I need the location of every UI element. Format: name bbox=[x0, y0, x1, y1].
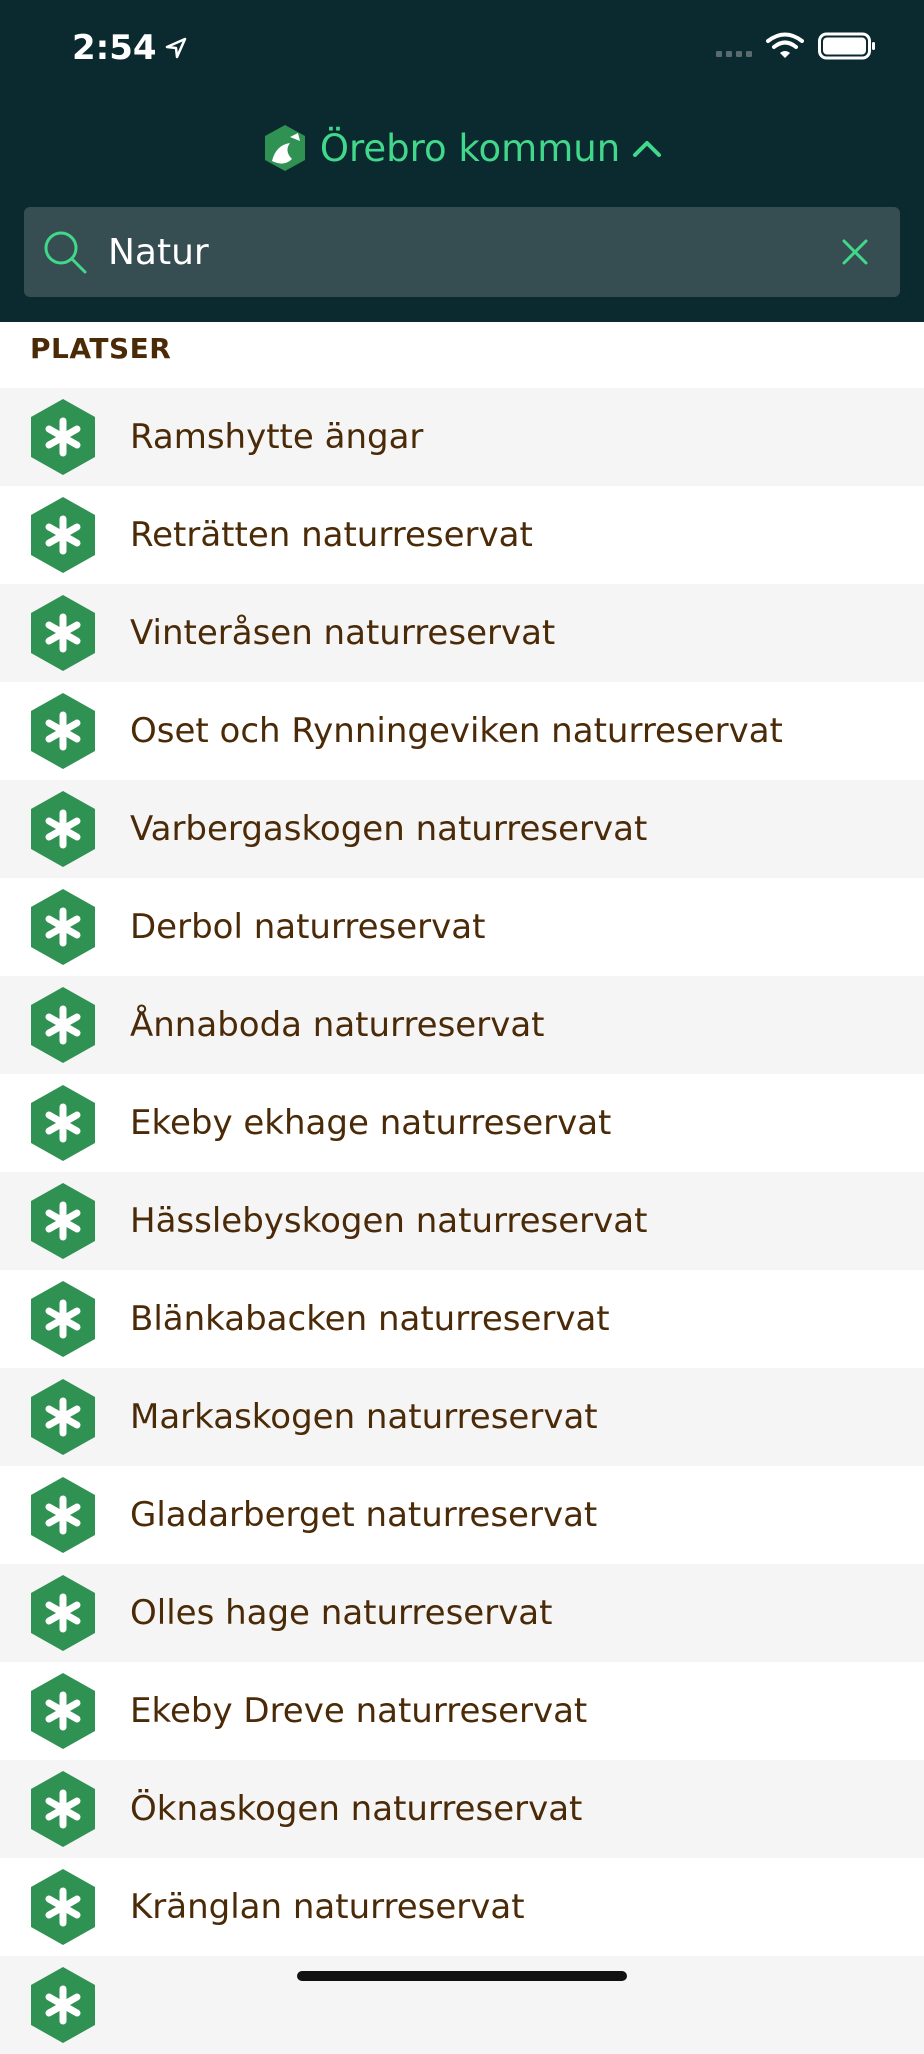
nature-hexagon-icon bbox=[31, 1967, 95, 2043]
list-item-label: Blänkabacken naturreservat bbox=[130, 1299, 610, 1339]
nature-hexagon-icon bbox=[31, 693, 95, 769]
municipality-logo-icon bbox=[264, 125, 305, 171]
nature-hexagon-icon bbox=[31, 595, 95, 671]
list-item[interactable]: Vinteråsen naturreservat bbox=[0, 584, 924, 682]
chevron-up-icon bbox=[633, 141, 662, 157]
list-item-label: Ekeby Dreve naturreservat bbox=[130, 1691, 588, 1731]
list-item[interactable]: Ekeby Dreve naturreservat bbox=[0, 1662, 924, 1760]
list-item-label: Ramshytte ängar bbox=[130, 417, 424, 457]
nature-hexagon-icon bbox=[31, 1477, 95, 1553]
nature-hexagon-icon bbox=[31, 1771, 95, 1847]
list-item[interactable]: Hässlebyskogen naturreservat bbox=[0, 1172, 924, 1270]
list-item-label: Varbergaskogen naturreservat bbox=[130, 809, 648, 849]
list-item[interactable]: Ånnaboda naturreservat bbox=[0, 976, 924, 1074]
list-item[interactable]: Kränglan naturreservat bbox=[0, 1858, 924, 1956]
nature-hexagon-icon bbox=[31, 791, 95, 867]
places-list: Ramshytte ängar Reträtten naturreservat Vi… bbox=[0, 388, 924, 2054]
list-item-label: Reträtten naturreservat bbox=[130, 515, 533, 555]
list-item-label: Vinteråsen naturreservat bbox=[130, 613, 556, 653]
list-item[interactable]: Varbergaskogen naturreservat bbox=[0, 780, 924, 878]
municipality-selector[interactable]: Örebro kommun bbox=[0, 118, 924, 178]
clear-search-button[interactable] bbox=[820, 217, 890, 287]
nature-hexagon-icon bbox=[31, 1869, 95, 1945]
list-item-label: Öknaskogen naturreservat bbox=[130, 1789, 583, 1829]
top-header: 2:54 Örebro kommun bbox=[0, 0, 924, 322]
list-item-label: Derbol naturreservat bbox=[130, 907, 486, 947]
status-time-text: 2:54 bbox=[72, 28, 157, 68]
list-item[interactable]: Blänkabacken naturreservat bbox=[0, 1270, 924, 1368]
nature-hexagon-icon bbox=[31, 399, 95, 475]
search-bar bbox=[24, 207, 900, 297]
search-icon bbox=[42, 229, 102, 275]
status-bar-time: 2:54 bbox=[72, 28, 187, 68]
list-item-label: Olles hage naturreservat bbox=[130, 1593, 553, 1633]
nature-hexagon-icon bbox=[31, 1379, 95, 1455]
nature-hexagon-icon bbox=[31, 1281, 95, 1357]
list-item[interactable]: Reträtten naturreservat bbox=[0, 486, 924, 584]
municipality-name: Örebro kommun bbox=[319, 126, 621, 170]
list-item-label: Oset och Rynningeviken naturreservat bbox=[130, 711, 783, 751]
list-item[interactable]: Öknaskogen naturreservat bbox=[0, 1760, 924, 1858]
battery-icon bbox=[818, 32, 875, 60]
status-bar-indicators bbox=[716, 32, 876, 60]
list-item[interactable]: Ekeby ekhage naturreservat bbox=[0, 1074, 924, 1172]
wifi-icon bbox=[766, 32, 804, 58]
list-item[interactable]: Oset och Rynningeviken naturreservat bbox=[0, 682, 924, 780]
search-input[interactable] bbox=[102, 222, 820, 282]
list-item-label: Kränglan naturreservat bbox=[130, 1887, 525, 1927]
list-item-label: Gladarberget naturreservat bbox=[130, 1495, 598, 1535]
home-indicator bbox=[297, 1971, 627, 1981]
list-item[interactable]: Gladarberget naturreservat bbox=[0, 1466, 924, 1564]
list-item[interactable]: Ramshytte ängar bbox=[0, 388, 924, 486]
list-item-label: Hässlebyskogen naturreservat bbox=[130, 1201, 648, 1241]
section-heading-places: PLATSER bbox=[30, 332, 172, 365]
nature-hexagon-icon bbox=[31, 889, 95, 965]
list-item[interactable]: Derbol naturreservat bbox=[0, 878, 924, 976]
list-item[interactable]: Olles hage naturreservat bbox=[0, 1564, 924, 1662]
nature-hexagon-icon bbox=[31, 1183, 95, 1259]
cellular-signal-icon bbox=[716, 35, 752, 57]
list-item-label: Ånnaboda naturreservat bbox=[130, 1005, 545, 1045]
nature-hexagon-icon bbox=[31, 1085, 95, 1161]
list-item[interactable]: Markaskogen naturreservat bbox=[0, 1368, 924, 1466]
list-item-label: Markaskogen naturreservat bbox=[130, 1397, 598, 1437]
nature-hexagon-icon bbox=[31, 1575, 95, 1651]
location-arrow-icon bbox=[165, 37, 186, 59]
close-icon bbox=[842, 239, 868, 265]
nature-hexagon-icon bbox=[31, 987, 95, 1063]
nature-hexagon-icon bbox=[31, 1673, 95, 1749]
nature-hexagon-icon bbox=[31, 497, 95, 573]
list-item-label: Ekeby ekhage naturreservat bbox=[130, 1103, 612, 1143]
